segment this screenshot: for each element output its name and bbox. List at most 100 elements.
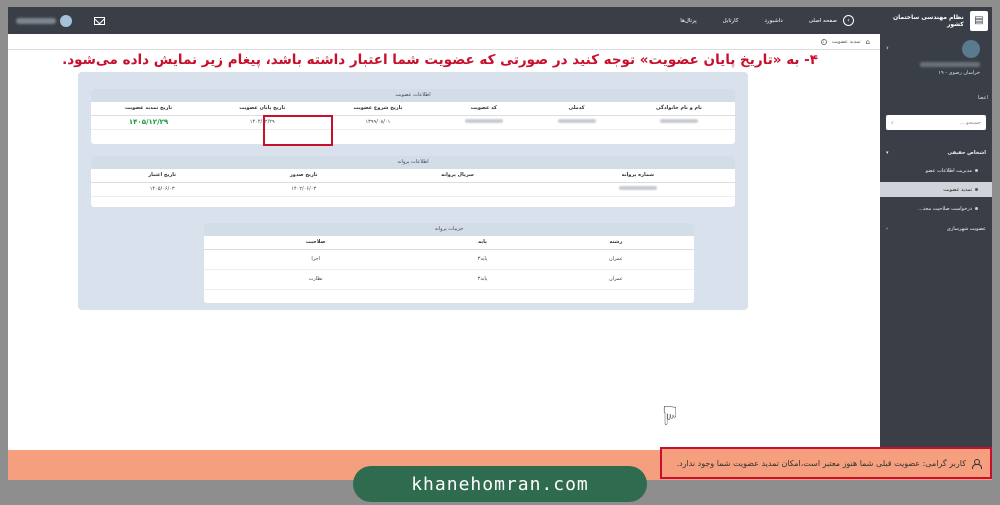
sidebar-item-label: درخواست صلاحیت مجد... — [917, 205, 972, 212]
blurred-value — [557, 119, 596, 123]
sidebar: خراسان رضوی - ۱۹ ‹ اعضا جستجو ... ⌕ اشخا… — [880, 34, 992, 480]
col-license-serial: سریال پروانه — [374, 169, 541, 183]
nav-home[interactable]: صفحه اصلی — [809, 18, 837, 24]
blurred-value — [464, 119, 503, 123]
cell-competency: اجرا — [204, 249, 428, 270]
col-field: رشته — [537, 236, 694, 250]
cell-license-number — [540, 182, 735, 197]
top-nav: صفحه اصلی داشبورد کارتابل پرتال‌ها — [680, 7, 837, 34]
breadcrumb-current: تمدید عضویت — [831, 38, 861, 45]
alert-message: کاربر گرامی: عضویت قبلی شما هنوز معتبر ا… — [660, 447, 992, 479]
top-bar: ▤ نظام مهندسی ساختمان کشور › صفحه اصلی د… — [8, 7, 992, 34]
mail-icon[interactable] — [94, 16, 105, 25]
content-panel: اطلاعات عضویت نام و نام خانوادگی کدملی ک… — [78, 72, 748, 310]
sidebar-item-urban-membership[interactable]: عضویت شهرسازی ‹ — [880, 221, 992, 236]
license-table: شماره پروانه سریال پروانه تاریخ صدور تار… — [91, 169, 735, 197]
watermark-badge: khanehomran.com — [353, 466, 647, 502]
col-start-date: تاریخ شروع عضویت — [318, 102, 438, 116]
user-name-blurred — [16, 17, 56, 24]
license-details-table: رشته پایه صلاحیت عمران پایه۳ اجرا عمران … — [204, 236, 694, 290]
cell-license-serial — [374, 182, 541, 197]
col-name: نام و نام خانوادگی — [622, 102, 735, 116]
col-license-number: شماره پروانه — [540, 169, 735, 183]
cell-start-date: ۱۳۹۹/۰۸/۰۱ — [318, 115, 438, 130]
home-icon[interactable]: ⌂ — [866, 38, 870, 46]
pointing-hand-icon: ☝ — [662, 399, 678, 429]
brand-title: نظام مهندسی ساختمان کشور — [892, 13, 964, 28]
cell-name — [622, 115, 735, 130]
sidebar-item-label: تمدید عضویت — [943, 186, 972, 193]
search-input[interactable]: جستجو ... — [960, 120, 981, 126]
nav-cartable[interactable]: کارتابل — [723, 18, 739, 24]
license-card: اطلاعات پروانه شماره پروانه سریال پروانه… — [91, 156, 735, 207]
membership-card: اطلاعات عضویت نام و نام خانوادگی کدملی ک… — [91, 89, 735, 144]
cell-renew-date: ۱۴۰۵/۱۲/۲۹ — [91, 115, 207, 130]
bullet-icon — [975, 187, 978, 191]
app-frame: ▤ نظام مهندسی ساختمان کشور › صفحه اصلی د… — [8, 7, 992, 480]
cell-grade: پایه۳ — [427, 249, 538, 270]
license-details-title: جزییات پروانه — [204, 223, 694, 236]
membership-title: اطلاعات عضویت — [91, 89, 735, 102]
bullet-icon — [975, 168, 978, 172]
logo-icon: ▤ — [969, 10, 988, 31]
cell-field: عمران — [537, 249, 694, 270]
table-header-row: نام و نام خانوادگی کدملی کد عضویت تاریخ … — [91, 102, 735, 116]
sidebar-user: خراسان رضوی - ۱۹ — [895, 40, 980, 90]
col-end-date: تاریخ پایان عضویت — [206, 102, 319, 116]
table-row: عمران پایه۳ نظارت — [204, 269, 694, 290]
table-header-row: رشته پایه صلاحیت — [204, 236, 694, 250]
highlight-end-date — [263, 115, 333, 146]
sidebar-location: خراسان رضوی - ۱۹ — [938, 70, 980, 76]
table-row: عمران پایه۳ اجرا — [204, 249, 694, 270]
sidebar-user-name-blurred — [920, 62, 980, 67]
chevron-down-icon: ▾ — [886, 149, 889, 156]
blurred-value — [618, 186, 657, 190]
sidebar-item-label: عضویت شهرسازی — [946, 225, 986, 232]
license-details-card: جزییات پروانه رشته پایه صلاحیت عمران پای… — [204, 223, 694, 303]
search-icon[interactable]: ⌕ — [891, 120, 894, 126]
instruction-text: ۴- به «تاریخ پایان عضویت» توجه کنید در ص… — [62, 52, 818, 68]
table-header-row: شماره پروانه سریال پروانه تاریخ صدور تار… — [91, 169, 735, 183]
alert-text: کاربر گرامی: عضویت قبلی شما هنوز معتبر ا… — [676, 458, 966, 468]
menu-toggle-icon[interactable]: › — [843, 15, 854, 26]
col-grade: پایه — [427, 236, 538, 250]
col-renew-date: تاریخ تمدید عضویت — [91, 102, 207, 116]
table-row: ۱۳۹۹/۰۸/۰۱ ۱۴۰۴/۱۲/۲۹ ۱۴۰۵/۱۲/۲۹ — [91, 115, 735, 130]
table-row: ۱۴۰۲/۰۶/۰۳ ۱۴۰۵/۰۶/۰۳ — [91, 182, 735, 197]
sidebar-item-label: مدیریت اطلاعات عضو — [925, 167, 972, 174]
sidebar-item-competency-request[interactable]: درخواست صلاحیت مجد... — [880, 201, 992, 216]
info-icon: i — [820, 38, 827, 45]
sidebar-section-label: اعضا — [977, 95, 988, 101]
chevron-left-icon[interactable]: ‹ — [886, 44, 889, 52]
cell-field: عمران — [537, 269, 694, 290]
cell-issue-date: ۱۴۰۲/۰۶/۰۳ — [233, 182, 375, 197]
sidebar-item-member-info[interactable]: مدیریت اطلاعات عضو — [880, 163, 992, 178]
nav-dashboard[interactable]: داشبورد — [764, 18, 782, 24]
col-national-id: کدملی — [530, 102, 623, 116]
breadcrumb: ⌂ تمدید عضویت i — [8, 34, 880, 50]
membership-table: نام و نام خانوادگی کدملی کد عضویت تاریخ … — [91, 102, 735, 130]
col-valid-date: تاریخ اعتبار — [91, 169, 234, 183]
col-competency: صلاحیت — [204, 236, 428, 250]
user-avatar-icon — [60, 14, 72, 27]
top-user-area — [16, 7, 105, 34]
blurred-value — [659, 119, 698, 123]
brand[interactable]: ▤ نظام مهندسی ساختمان کشور — [882, 7, 992, 34]
sidebar-item-individuals[interactable]: اشخاص حقیقی ▾ — [880, 145, 992, 160]
user-icon — [972, 458, 982, 469]
bullet-icon — [975, 206, 978, 210]
cell-competency: نظارت — [204, 269, 428, 290]
sidebar-item-label: اشخاص حقیقی — [947, 149, 986, 156]
cell-grade: پایه۳ — [427, 269, 538, 290]
sidebar-item-renew-membership[interactable]: تمدید عضویت — [880, 182, 992, 197]
user-menu[interactable] — [16, 14, 72, 27]
nav-portals[interactable]: پرتال‌ها — [680, 18, 696, 24]
col-issue-date: تاریخ صدور — [233, 169, 375, 183]
col-member-code: کد عضویت — [437, 102, 531, 116]
chevron-left-icon: ‹ — [886, 225, 888, 232]
license-title: اطلاعات پروانه — [91, 156, 735, 169]
cell-valid-date: ۱۴۰۵/۰۶/۰۳ — [91, 182, 234, 197]
sidebar-avatar — [962, 40, 980, 58]
cell-member-code — [437, 115, 531, 130]
sidebar-search[interactable]: جستجو ... ⌕ — [886, 115, 986, 130]
